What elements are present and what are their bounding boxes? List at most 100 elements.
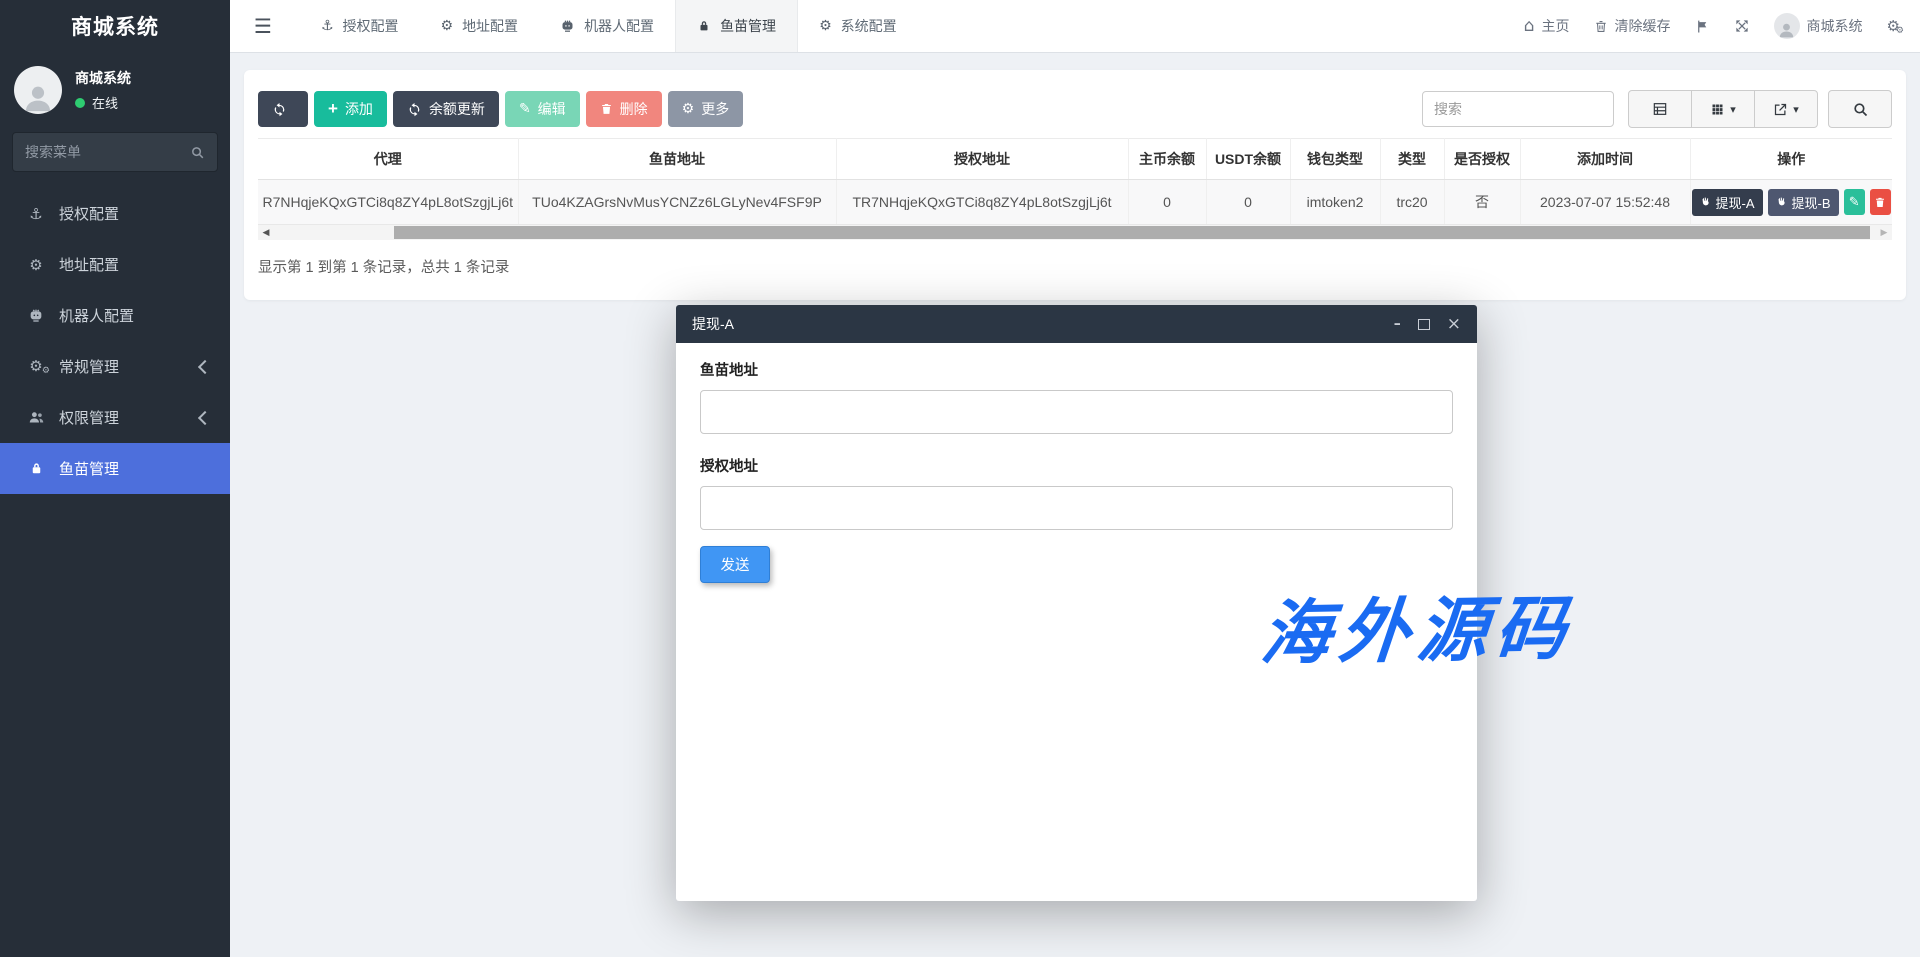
- tab-fry-mgmt[interactable]: 鱼苗管理: [675, 0, 798, 52]
- sidebar-menu: ⚓ 授权配置 ⚙ 地址配置 机器人配置 ⚙⚙ 常规管理 权限管理: [0, 188, 230, 494]
- fullscreen-icon[interactable]: [1734, 18, 1750, 34]
- modal-title: 提现-A: [692, 314, 734, 334]
- sidebar-search-placeholder: 搜索菜单: [25, 142, 190, 162]
- sidebar-item-label: 常规管理: [59, 356, 119, 377]
- refresh-button[interactable]: [258, 91, 308, 127]
- edit-button[interactable]: ✎ 编辑: [505, 91, 580, 127]
- brand-title: 商城系统: [0, 0, 230, 52]
- col-agent[interactable]: 代理: [258, 139, 518, 180]
- robot-icon: [560, 19, 575, 34]
- table-search-input[interactable]: [1422, 91, 1614, 127]
- grid-icon: [1710, 102, 1725, 117]
- tab-address-config[interactable]: ⚙ 地址配置: [420, 0, 540, 52]
- cell-auth-address: TR7NHqjeKQxGTCi8q8ZY4pL8otSzgjLj6t: [836, 180, 1128, 225]
- tab-label: 鱼苗管理: [720, 16, 776, 36]
- trash-icon: [600, 102, 613, 116]
- row-edit-button[interactable]: ✎: [1844, 189, 1865, 215]
- sidebar-item-fry-mgmt[interactable]: 鱼苗管理: [0, 443, 230, 494]
- col-type[interactable]: 类型: [1380, 139, 1444, 180]
- plus-icon: +: [328, 99, 338, 119]
- search-button[interactable]: [1828, 90, 1892, 128]
- scroll-left-arrow[interactable]: ◀: [258, 228, 274, 238]
- search-icon[interactable]: [190, 145, 205, 160]
- user-status: 在线: [75, 93, 131, 112]
- sidebar-item-general-mgmt[interactable]: ⚙⚙ 常规管理: [0, 341, 230, 392]
- cell-type: trc20: [1380, 180, 1444, 225]
- row-delete-button[interactable]: [1870, 189, 1891, 215]
- export-button[interactable]: ▾: [1754, 90, 1818, 128]
- lock-icon: [26, 461, 46, 476]
- auth-address-input[interactable]: [700, 486, 1453, 530]
- toolbar-right: ▾ ▾: [1422, 90, 1892, 128]
- record-summary: 显示第 1 到第 1 条记录，总共 1 条记录: [258, 256, 509, 277]
- col-auth-address[interactable]: 授权地址: [836, 139, 1128, 180]
- avatar: [1774, 13, 1800, 39]
- sidebar-item-auth-config[interactable]: ⚓ 授权配置: [0, 188, 230, 239]
- sidebar-item-address-config[interactable]: ⚙ 地址配置: [0, 239, 230, 290]
- sidebar-item-permission-mgmt[interactable]: 权限管理: [0, 392, 230, 443]
- sidebar-item-label: 权限管理: [59, 407, 119, 428]
- col-wallet-type[interactable]: 钱包类型: [1290, 139, 1380, 180]
- withdraw-a-button[interactable]: 提现-A: [1692, 189, 1763, 216]
- sidebar: 商城系统 商城系统 在线 搜索菜单 ⚓ 授权配置 ⚙ 地址配置: [0, 0, 230, 957]
- watermark-text: 海外源码: [1257, 572, 1578, 678]
- fry-address-input[interactable]: [700, 390, 1453, 434]
- col-usdt-balance[interactable]: USDT余额: [1206, 139, 1290, 180]
- col-authorized[interactable]: 是否授权: [1444, 139, 1520, 180]
- chevron-down-icon: ▾: [1793, 103, 1799, 116]
- online-dot-icon: [75, 98, 85, 108]
- person-icon: [21, 80, 55, 114]
- cell-actions: 提现-A 提现-B ✎: [1690, 180, 1892, 225]
- tab-label: 授权配置: [343, 16, 399, 36]
- trash-icon: [1594, 19, 1608, 34]
- scroll-right-arrow[interactable]: ▶: [1876, 228, 1892, 238]
- user-name: 商城系统: [75, 68, 131, 88]
- withdraw-hand-icon: [1776, 197, 1787, 208]
- hamburger-icon[interactable]: ☰: [230, 14, 296, 38]
- col-added-time[interactable]: 添加时间: [1520, 139, 1690, 180]
- gears-icon: ⚙⚙: [26, 359, 46, 374]
- list-view-icon: [1652, 101, 1668, 117]
- more-button[interactable]: ⚙ 更多: [668, 91, 744, 127]
- add-button[interactable]: + 添加: [314, 91, 387, 127]
- chevron-down-icon: ▾: [1730, 103, 1736, 116]
- table-row[interactable]: R7NHqjeKQxGTCi8q8ZY4pL8otSzgjLj6t TUo4KZ…: [258, 180, 1892, 225]
- modal-header[interactable]: 提现-A – ×: [676, 305, 1477, 343]
- tab-auth-config[interactable]: ⚓ 授权配置: [300, 0, 420, 52]
- gear-icon: ⚙: [682, 101, 695, 117]
- cell-added-time: 2023-07-07 15:52:48: [1520, 180, 1690, 225]
- cell-wallet-type: imtoken2: [1290, 180, 1380, 225]
- columns-button[interactable]: ▾: [1691, 90, 1755, 128]
- sidebar-item-label: 鱼苗管理: [59, 458, 119, 479]
- horizontal-scrollbar[interactable]: ◀ ▶: [258, 225, 1892, 240]
- scrollbar-track[interactable]: [274, 225, 1876, 240]
- avatar: [14, 66, 62, 114]
- navbar-right: ⌂ 主页 清除缓存 商城系统 ⚙⚙: [1524, 13, 1920, 39]
- minimize-icon[interactable]: –: [1394, 317, 1401, 331]
- tab-robot-config[interactable]: 机器人配置: [539, 0, 675, 52]
- fry-address-label: 鱼苗地址: [700, 363, 758, 379]
- home-link[interactable]: ⌂ 主页: [1524, 16, 1570, 36]
- tab-system-config[interactable]: ⚙ 系统配置: [798, 0, 918, 52]
- clear-cache-link[interactable]: 清除缓存: [1594, 16, 1671, 36]
- chevron-left-icon: [198, 410, 212, 424]
- flag-icon[interactable]: [1695, 19, 1710, 34]
- sidebar-item-robot-config[interactable]: 机器人配置: [0, 290, 230, 341]
- user-menu[interactable]: 商城系统: [1774, 13, 1863, 39]
- sidebar-search-input[interactable]: 搜索菜单: [12, 132, 218, 172]
- close-icon[interactable]: ×: [1447, 316, 1461, 333]
- settings-gears-icon[interactable]: ⚙⚙: [1887, 19, 1900, 34]
- delete-button[interactable]: 删除: [586, 91, 662, 127]
- withdraw-b-button[interactable]: 提现-B: [1768, 189, 1839, 216]
- view-button-group: ▾ ▾: [1628, 90, 1818, 128]
- scrollbar-thumb[interactable]: [394, 226, 1870, 239]
- list-view-button[interactable]: [1628, 90, 1692, 128]
- balance-update-button[interactable]: 余额更新: [393, 91, 499, 127]
- col-actions[interactable]: 操作: [1690, 139, 1892, 180]
- table-header-row: 代理 鱼苗地址 授权地址 主币余额 USDT余额 钱包类型 类型 是否授权 添加…: [258, 139, 1892, 180]
- send-button[interactable]: 发送: [700, 546, 770, 583]
- col-fry-address[interactable]: 鱼苗地址: [518, 139, 836, 180]
- maximize-icon[interactable]: [1418, 319, 1430, 330]
- col-main-balance[interactable]: 主币余额: [1128, 139, 1206, 180]
- clear-cache-label: 清除缓存: [1615, 16, 1671, 36]
